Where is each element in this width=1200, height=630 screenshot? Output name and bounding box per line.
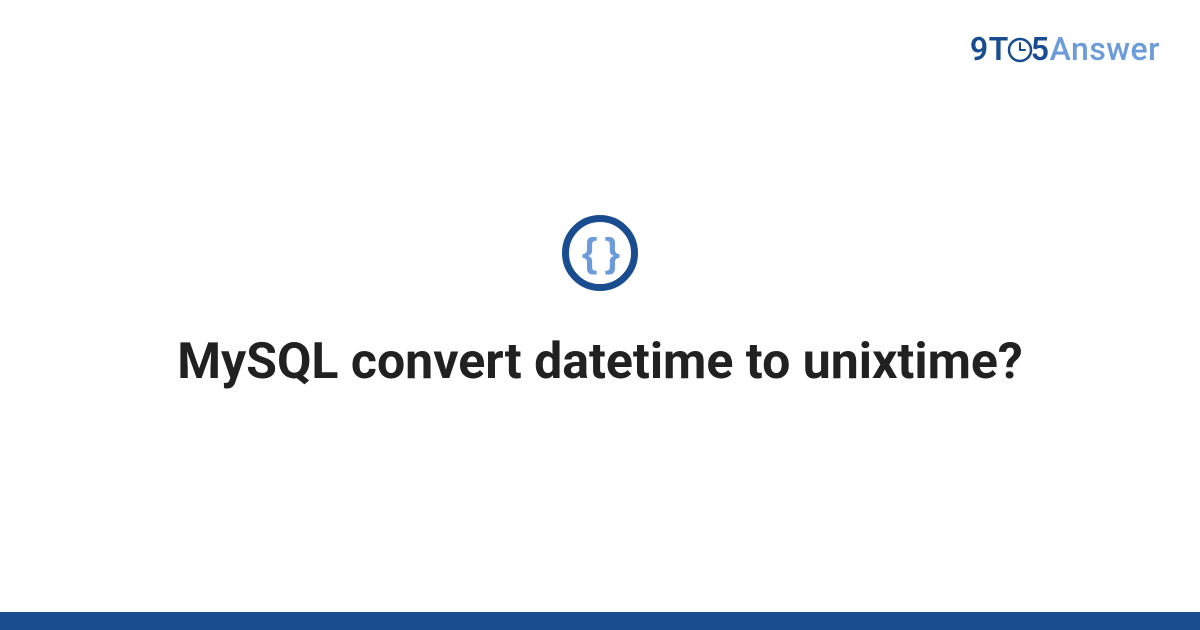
logo-text-9t: 9T — [970, 30, 1009, 68]
clock-icon — [1007, 37, 1033, 63]
category-badge: { } — [562, 215, 638, 291]
logo-text-answer: Answer — [1050, 30, 1160, 68]
main-content: { } MySQL convert datetime to unixtime? — [0, 215, 1200, 394]
footer-accent-bar — [0, 612, 1200, 630]
site-logo: 9T 5Answer — [970, 30, 1160, 68]
logo-text-5: 5 — [1031, 30, 1050, 68]
code-braces-icon: { } — [582, 233, 618, 273]
question-title: MySQL convert datetime to unixtime? — [177, 331, 1023, 394]
